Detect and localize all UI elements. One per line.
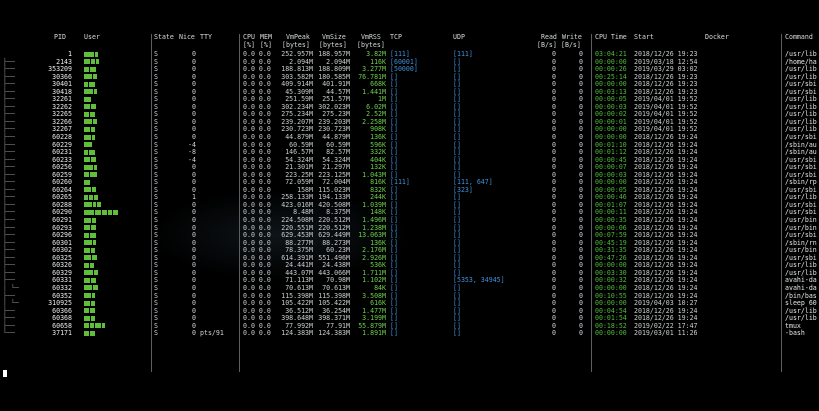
user-cell-redacted [84, 217, 97, 225]
vmrss-cell: 1.891M [362, 329, 386, 338]
vmsize-cell: 124.383M [318, 329, 350, 338]
user-cell-redacted [84, 187, 97, 195]
user-cell-redacted [84, 104, 97, 112]
terminal-screen: PID User State Nice TTY CPU MEM [%] [%] … [0, 0, 819, 411]
user-cell-redacted [84, 285, 99, 293]
col-cpu-unit: [%] [243, 41, 255, 49]
user-cell-redacted [84, 209, 119, 217]
col-nice[interactable]: Nice [179, 33, 195, 42]
user-cell-redacted [84, 225, 97, 233]
col-udp[interactable]: UDP [453, 33, 465, 42]
user-cell-redacted [84, 300, 96, 308]
user-cell-redacted [84, 330, 96, 338]
user-cell-redacted [84, 315, 96, 323]
nice-cell: 0 [192, 329, 196, 338]
col-command[interactable]: Command [785, 33, 813, 42]
user-cell-redacted [84, 142, 93, 150]
user-cell-redacted [84, 134, 96, 142]
state-cell: S [154, 329, 158, 338]
screen-top-border [0, 0, 819, 30]
col-vmpeak-unit: [bytes] [282, 41, 310, 49]
user-cell-redacted [84, 232, 97, 240]
table-header: PID User State Nice TTY CPU MEM [%] [%] … [0, 33, 819, 50]
col-state[interactable]: State [154, 33, 174, 42]
user-cell-redacted [84, 277, 97, 285]
terminal-cursor [3, 370, 7, 377]
col-cputime[interactable]: CPU Time [595, 33, 627, 42]
user-cell-redacted [84, 126, 96, 134]
tree-branch: └── [3, 329, 15, 338]
read-rate-cell: 0 [552, 329, 556, 338]
user-cell-redacted [84, 51, 99, 59]
write-rate-cell: 0 [579, 329, 583, 338]
tcp-ports-cell: [] [390, 329, 398, 338]
col-pid[interactable]: PID [54, 33, 66, 42]
user-cell-redacted [84, 59, 100, 67]
udp-ports-cell: [] [453, 329, 461, 338]
col-tcp[interactable]: TCP [390, 33, 402, 42]
user-cell-redacted [84, 81, 96, 89]
user-cell-redacted [84, 179, 91, 187]
vmpeak-cell: 124.383M [281, 329, 313, 338]
user-cell-redacted [84, 96, 92, 104]
user-cell-redacted [84, 89, 98, 97]
user-cell-redacted [84, 194, 99, 202]
user-cell-redacted [84, 323, 106, 331]
cpu-mem-cell: 0.0 0.0 [243, 329, 271, 338]
user-cell-redacted [84, 157, 97, 165]
col-vmsize-unit: [bytes] [319, 41, 347, 49]
user-cell-redacted [84, 74, 98, 82]
user-cell-redacted [84, 202, 102, 210]
user-cell-redacted [84, 247, 96, 255]
user-cell-redacted [84, 164, 98, 172]
user-cell-redacted [84, 293, 96, 301]
col-read-unit: [B/s] [537, 41, 557, 49]
user-cell-redacted [84, 111, 96, 119]
col-user[interactable]: User [84, 33, 100, 42]
user-cell-redacted [84, 262, 95, 270]
col-mem-unit: [%] [260, 41, 272, 49]
start-time-cell: 2019/03/01 11:26 [634, 329, 698, 338]
user-cell-redacted [84, 66, 97, 74]
tty-cell: pts/91 [200, 329, 224, 338]
user-cell-redacted [84, 240, 97, 248]
user-cell-redacted [84, 172, 98, 180]
command-cell: -bash [785, 329, 805, 338]
user-cell-redacted [84, 255, 98, 263]
table-row[interactable]: └── 37171 S 0 pts/91 0.0 0.0 124.383M 124.383M 1… [0, 330, 819, 338]
pid-cell[interactable]: 37171 [46, 330, 72, 338]
col-start[interactable]: Start [634, 33, 654, 42]
user-cell-redacted [84, 149, 96, 157]
cpu-time-cell: 00:00:00 [595, 329, 627, 338]
user-cell-redacted [84, 270, 99, 278]
col-tty[interactable]: TTY [200, 33, 212, 42]
col-docker[interactable]: Docker [705, 33, 729, 42]
screen-bottom-border [0, 377, 819, 411]
user-cell-redacted [84, 308, 96, 316]
user-cell-redacted [84, 119, 98, 127]
process-list: 1 S 0 0.0 0.0 252.957M 188.957M 3.82M [111] [111… [0, 50, 819, 338]
col-write-unit: [B/s] [561, 41, 581, 49]
col-vmrss-unit: [bytes] [357, 41, 385, 49]
